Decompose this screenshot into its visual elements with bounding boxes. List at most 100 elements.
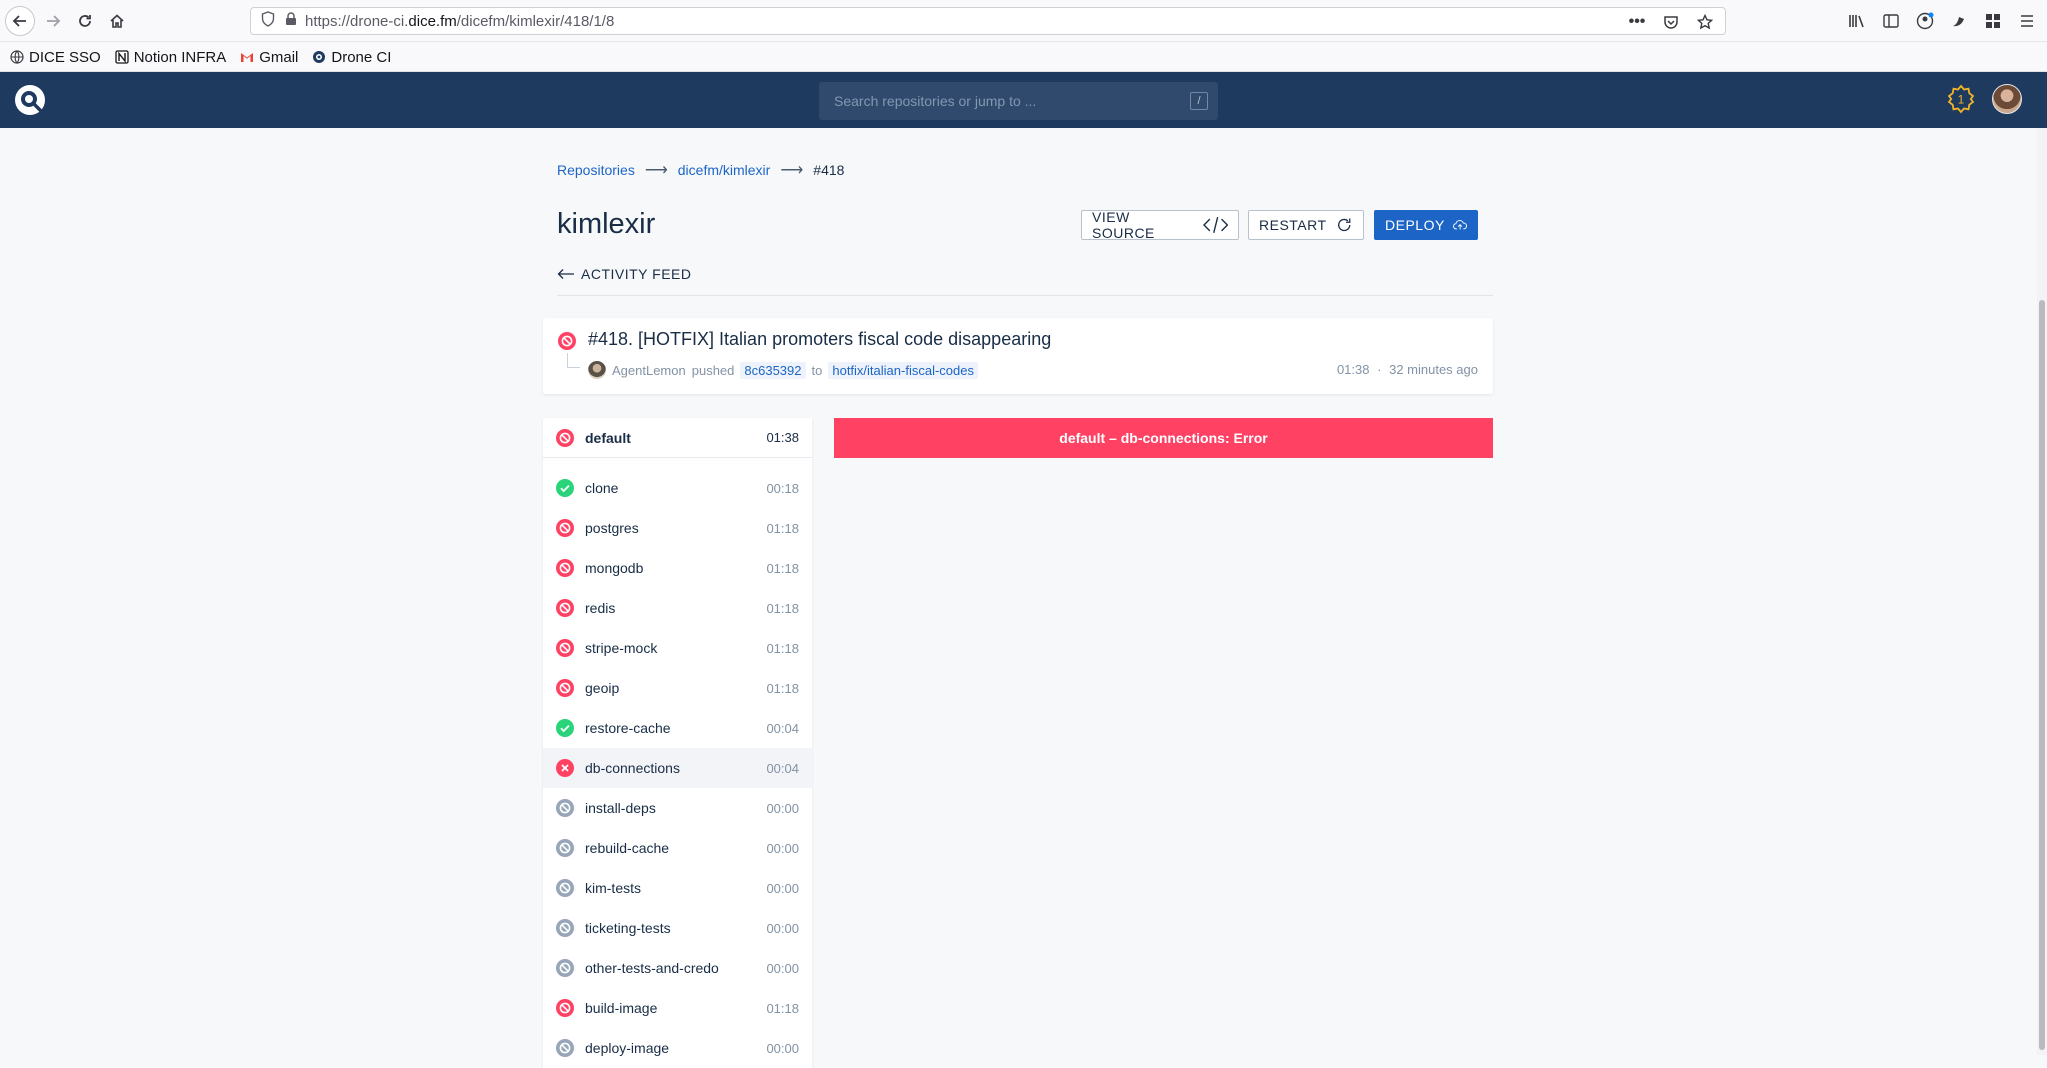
step-time: 01:18 — [766, 680, 799, 696]
home-button[interactable] — [102, 6, 132, 36]
restart-button[interactable]: RESTART — [1248, 210, 1364, 240]
library-icon[interactable] — [1847, 11, 1867, 31]
step-name: db-connections — [585, 760, 680, 776]
bookmarks-bar: DICE SSO Notion INFRA Gmail Drone CI — [0, 43, 2047, 72]
step-row-ticketing-tests[interactable]: ticketing-tests 00:00 — [543, 908, 812, 948]
step-name: ticketing-tests — [585, 920, 671, 936]
page-scrollbar[interactable] — [2037, 128, 2047, 1055]
bookmark-label: Drone CI — [331, 48, 392, 66]
user-avatar[interactable] — [1992, 84, 2022, 114]
step-row-clone[interactable]: clone 00:18 — [543, 468, 812, 508]
account-icon[interactable] — [1915, 11, 1935, 31]
step-row-install-deps[interactable]: install-deps 00:00 — [543, 788, 812, 828]
app-header: Search repositories or jump to ... / 1 — [0, 72, 2047, 128]
apps-grid-icon[interactable] — [1983, 11, 2003, 31]
globe-icon — [10, 50, 24, 64]
restart-icon — [1337, 218, 1350, 232]
blocked-status-icon — [556, 679, 574, 697]
step-row-kim-tests[interactable]: kim-tests 00:00 — [543, 868, 812, 908]
view-source-button[interactable]: VIEW SOURCE — [1081, 209, 1239, 241]
deploy-button[interactable]: DEPLOY — [1374, 210, 1478, 240]
sidebar-icon[interactable] — [1881, 11, 1901, 31]
blocked-status-icon — [558, 332, 576, 350]
step-time: 01:18 — [766, 600, 799, 616]
step-name: restore-cache — [585, 720, 671, 736]
activity-feed-link[interactable]: ACTIVITY FEED — [557, 266, 691, 282]
skipped-status-icon — [556, 799, 574, 817]
gmail-icon — [241, 53, 254, 62]
step-time: 01:18 — [766, 520, 799, 536]
pocket-icon[interactable] — [1661, 12, 1681, 32]
breadcrumb-repo[interactable]: dicefm/kimlexir — [678, 162, 771, 178]
step-time: 01:18 — [766, 1000, 799, 1016]
forward-button[interactable] — [38, 6, 68, 36]
step-row-redis[interactable]: redis 01:18 — [543, 588, 812, 628]
step-row-stripe-mock[interactable]: stripe-mock 01:18 — [543, 628, 812, 668]
bookmark-star-icon[interactable] — [1695, 12, 1715, 32]
drone-logo-icon[interactable] — [14, 84, 46, 116]
bookmark-notion-infra[interactable]: Notion INFRA — [115, 49, 226, 66]
breadcrumb: Repositories ⟶ dicefm/kimlexir ⟶ #418 — [557, 160, 844, 180]
bookmark-drone-ci[interactable]: Drone CI — [312, 49, 391, 66]
bookmark-dice-sso[interactable]: DICE SSO — [10, 49, 101, 66]
back-button[interactable] — [5, 6, 35, 36]
notification-count: 1 — [1958, 93, 1965, 107]
home-icon — [110, 14, 124, 28]
address-bar[interactable]: https://drone-ci.dice.fm/dicefm/kimlexir… — [250, 7, 1726, 35]
blocked-status-icon — [556, 639, 574, 657]
view-source-label: VIEW SOURCE — [1092, 209, 1155, 241]
step-row-mongodb[interactable]: mongodb 01:18 — [543, 548, 812, 588]
step-row-rebuild-cache[interactable]: rebuild-cache 00:00 — [543, 828, 812, 868]
build-timing: 01:38 · 32 minutes ago — [1337, 362, 1478, 377]
branch-link[interactable]: hotfix/italian-fiscal-codes — [828, 361, 978, 379]
step-name: postgres — [585, 520, 639, 536]
step-error-banner: default – db-connections: Error — [834, 418, 1493, 458]
step-name: rebuild-cache — [585, 840, 670, 856]
step-row-restore-cache[interactable]: restore-cache 00:04 — [543, 708, 812, 748]
step-time: 00:00 — [766, 840, 799, 856]
skipped-status-icon — [556, 919, 574, 937]
lock-icon[interactable] — [285, 12, 297, 30]
step-row-postgres[interactable]: postgres 01:18 — [543, 508, 812, 548]
tree-connector — [567, 353, 580, 368]
step-time: 00:00 — [766, 880, 799, 896]
build-author: AgentLemon — [612, 362, 686, 378]
step-name: geoip — [585, 680, 620, 696]
step-row-geoip[interactable]: geoip 01:18 — [543, 668, 812, 708]
step-row-build-image[interactable]: build-image 01:18 — [543, 988, 812, 1028]
menu-icon[interactable] — [2017, 11, 2037, 31]
arrow-left-icon — [12, 15, 26, 27]
stage-time: 01:38 — [766, 430, 799, 445]
more-actions-icon[interactable]: ••• — [1627, 12, 1647, 32]
reload-button[interactable] — [70, 6, 100, 36]
shield-icon[interactable] — [261, 11, 275, 31]
url-actions: ••• — [1627, 12, 1715, 32]
build-summary-card: #418. [HOTFIX] Italian promoters fiscal … — [543, 318, 1493, 394]
search-shortcut-hint: / — [1190, 92, 1208, 110]
notification-badge-icon[interactable]: 1 — [1946, 84, 1976, 114]
author-avatar — [588, 361, 606, 379]
step-name: build-image — [585, 1000, 658, 1016]
bookmark-gmail[interactable]: Gmail — [240, 49, 298, 66]
commit-link[interactable]: 8c635392 — [740, 361, 806, 379]
breadcrumb-repositories[interactable]: Repositories — [557, 162, 635, 178]
step-row-db-connections[interactable]: db-connections 00:04 — [543, 748, 812, 788]
search-input[interactable]: Search repositories or jump to ... / — [819, 82, 1218, 120]
stage-header[interactable]: default 01:38 — [543, 418, 812, 458]
reload-icon — [79, 15, 91, 27]
extension-icon[interactable] — [1949, 11, 1969, 31]
step-row-other-tests-and-credo[interactable]: other-tests-and-credo 00:00 — [543, 948, 812, 988]
scrollbar-thumb[interactable] — [2039, 300, 2045, 1050]
main-content: Repositories ⟶ dicefm/kimlexir ⟶ #418 ki… — [0, 128, 2047, 1068]
step-row-deploy-image[interactable]: deploy-image 00:00 — [543, 1028, 812, 1068]
skipped-status-icon — [556, 959, 574, 977]
arrow-left-icon — [557, 269, 574, 279]
step-name: other-tests-and-credo — [585, 960, 719, 976]
blocked-status-icon — [556, 599, 574, 617]
step-name: stripe-mock — [585, 640, 658, 656]
step-time: 00:00 — [766, 800, 799, 816]
success-status-icon — [556, 719, 574, 737]
error-status-icon — [556, 759, 574, 777]
build-duration: 01:38 — [1336, 362, 1370, 377]
step-time: 00:00 — [766, 960, 799, 976]
